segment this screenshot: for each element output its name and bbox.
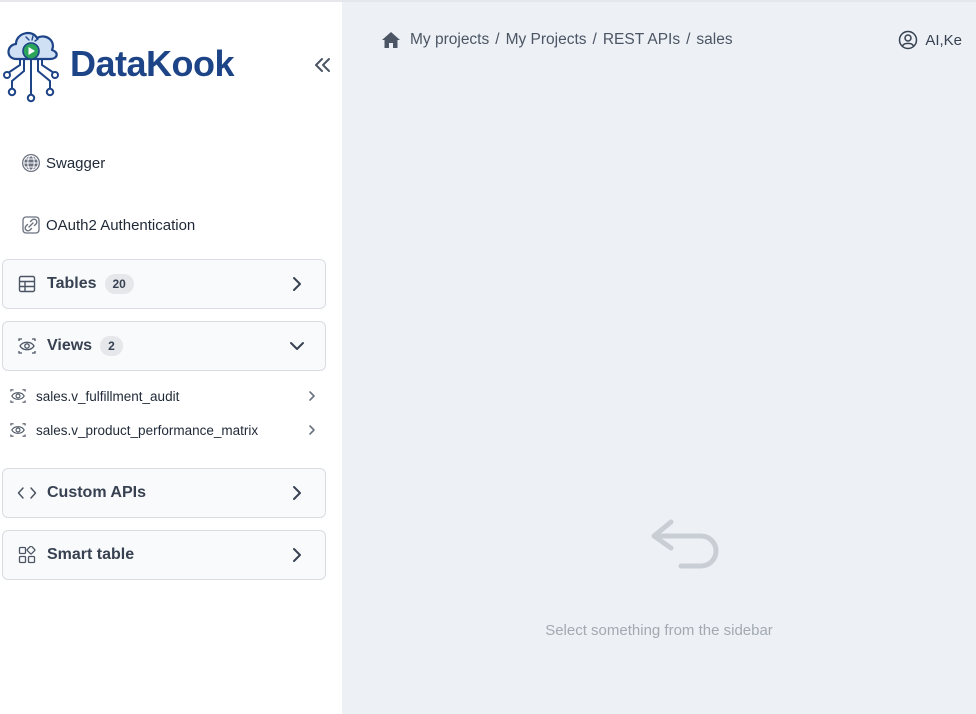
table-icon [17, 274, 37, 294]
swagger-label: Swagger [46, 154, 106, 172]
eye-icon [8, 420, 28, 440]
grid-icon [17, 545, 37, 565]
views-label: Views [47, 337, 93, 354]
breadcrumb-item[interactable]: REST APIs [603, 31, 680, 49]
double-chevron-left-icon [315, 58, 330, 72]
smart-table-section[interactable]: Smart table [2, 530, 326, 580]
brand: DataKook [2, 24, 235, 104]
brand-name: DataKook [70, 43, 235, 84]
view-item[interactable]: sales.v_fulfillment_audit [8, 381, 322, 411]
views-count-badge: 2 [100, 336, 123, 356]
view-item-label: sales.v_product_performance_matrix [36, 422, 259, 438]
empty-state-text: Select something from the sidebar [545, 622, 773, 639]
user-menu[interactable]: AI,Ke [897, 28, 962, 52]
breadcrumb-item[interactable]: My projects [410, 31, 489, 49]
chevron-right-icon [289, 546, 305, 564]
app-window: DataKook Swagger OAuth2 Authentication T… [0, 0, 976, 714]
eye-icon [8, 386, 28, 406]
home-icon[interactable] [380, 29, 402, 51]
return-arrow-icon [651, 519, 719, 569]
tables-count-badge: 20 [104, 274, 134, 294]
link-icon [20, 214, 42, 236]
tables-section[interactable]: Tables 20 [2, 259, 326, 309]
breadcrumb-separator: / [686, 31, 691, 48]
breadcrumb-separator: / [592, 31, 597, 48]
oauth2-label: OAuth2 Authentication [46, 216, 196, 234]
chevron-right-icon [306, 423, 318, 437]
breadcrumb-item[interactable]: sales [696, 31, 732, 49]
swagger-link[interactable]: Swagger [20, 148, 105, 178]
custom-apis-label: Custom APIs [47, 484, 146, 501]
custom-apis-section[interactable]: Custom APIs [2, 468, 326, 518]
chevron-down-icon [289, 337, 305, 355]
breadcrumb: My projects / My Projects / REST APIs / … [380, 28, 733, 52]
view-item[interactable]: sales.v_product_performance_matrix [8, 415, 322, 445]
chevron-right-icon [289, 484, 305, 502]
view-item-label: sales.v_fulfillment_audit [36, 388, 180, 404]
views-section[interactable]: Views 2 [2, 321, 326, 371]
tables-label: Tables [47, 275, 97, 292]
main-content: My projects / My Projects / REST APIs / … [342, 0, 976, 714]
user-name: AI,Ke [925, 31, 962, 49]
eye-icon [17, 336, 37, 356]
collapse-sidebar-button[interactable] [308, 50, 336, 80]
breadcrumb-separator: / [495, 31, 500, 48]
sidebar: DataKook Swagger OAuth2 Authentication T… [0, 0, 342, 714]
chevron-right-icon [306, 389, 318, 403]
oauth2-link[interactable]: OAuth2 Authentication [20, 210, 195, 240]
breadcrumb-item[interactable]: My Projects [506, 31, 587, 49]
user-circle-icon [897, 29, 919, 51]
globe-icon [20, 152, 42, 174]
brand-logo [3, 31, 59, 103]
code-icon [17, 483, 37, 503]
smart-table-label: Smart table [47, 546, 135, 563]
chevron-right-icon [289, 275, 305, 293]
